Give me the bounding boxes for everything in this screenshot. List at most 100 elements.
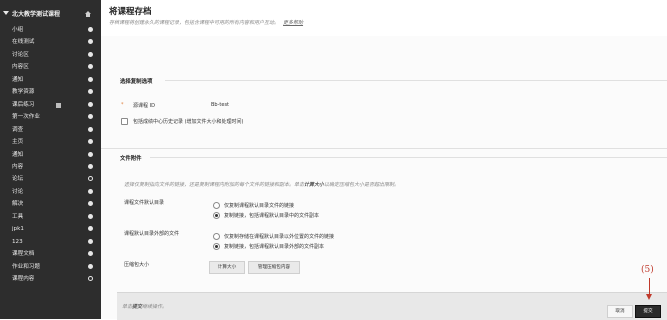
section-divider <box>165 80 667 81</box>
sidebar-item[interactable]: 作业和习题 <box>0 261 101 273</box>
course-menu-sidebar: 北大教学测试课程 小组 在线测试 讨论区 内容区 通知 教学资源 课后练习 第一次作业 调查 主页… <box>0 0 101 319</box>
sidebar-item[interactable]: 内容 <box>0 161 101 173</box>
sidebar-item-label: 第一次作业 <box>12 114 40 121</box>
calculate-size-button[interactable]: 计算大小 <box>209 261 245 274</box>
sidebar-item[interactable]: 通知 <box>0 149 101 161</box>
course-title: 北大教学测试课程 <box>12 11 61 18</box>
outside-opt1-label: 仅复制存储在课程默认目录以外位置的文件的链接 <box>224 234 335 240</box>
availability-dot-icon[interactable] <box>88 39 93 45</box>
more-help-link[interactable]: 更多帮助 <box>283 20 303 26</box>
availability-dot-icon[interactable] <box>88 114 93 120</box>
sidebar-item[interactable]: 通知 <box>0 74 101 86</box>
sidebar-item-label: 课程内容 <box>12 276 35 282</box>
sidebar-item-label: 教学资源 <box>12 89 35 96</box>
sidebar-item[interactable]: 课后练习 <box>0 99 101 111</box>
sidebar-item-label: 工具 <box>12 213 24 220</box>
cancel-button[interactable]: 取消 <box>607 305 633 318</box>
availability-dot-icon[interactable] <box>88 27 93 32</box>
section-divider <box>150 157 667 158</box>
outside-files-label: 课程默认目录外部的文件 <box>124 231 180 237</box>
gradecenter-history-checkbox[interactable] <box>121 118 128 125</box>
course-menu-header[interactable]: 北大教学测试课程 <box>0 9 101 21</box>
sidebar-item[interactable]: 内容区 <box>0 61 101 73</box>
availability-dot-icon[interactable] <box>88 101 93 107</box>
submit-hint: 单击提交继续操作。 <box>122 304 168 310</box>
availability-dot-icon[interactable] <box>88 89 93 95</box>
attachment-instructions: 选择仅复制指向文件的链接，还是复制课程内附加的每个文件的链接和副本。单击计算大小… <box>124 182 400 188</box>
step-annotation-label: (5) <box>641 265 654 275</box>
collapse-caret-icon[interactable] <box>3 11 9 15</box>
availability-dot-icon[interactable] <box>88 151 93 157</box>
package-size-label: 压缩包大小 <box>124 262 150 268</box>
sidebar-item[interactable]: 调查 <box>0 124 101 136</box>
availability-dot-icon[interactable] <box>88 226 93 232</box>
sidebar-item-label: 论坛 <box>12 176 24 183</box>
availability-dot-icon[interactable] <box>88 213 93 219</box>
sidebar-item[interactable]: 课程内容 <box>0 273 101 285</box>
availability-dot-icon[interactable] <box>88 51 93 57</box>
sidebar-item-label: 内容 <box>12 163 24 170</box>
sidebar-item[interactable]: 工具 <box>0 211 101 223</box>
availability-dot-icon[interactable] <box>88 176 93 182</box>
section-title-copy-options: 选择复制选项 <box>120 79 153 85</box>
course-id-label: 源课程 ID <box>133 103 155 109</box>
sidebar-item[interactable]: 讨论区 <box>0 49 101 61</box>
sidebar-item[interactable]: 论坛 <box>0 173 101 185</box>
outside-opt2-label: 复制链接，包括课程默认目录外部的文件副本 <box>224 244 325 250</box>
sidebar-item[interactable]: 主页 <box>0 136 101 148</box>
outside-copy-radio[interactable] <box>213 243 220 250</box>
default-dir-opt2-label: 复制链接，包括课程默认目录中的文件副本 <box>224 213 320 219</box>
sidebar-item[interactable]: jpk1 <box>0 223 101 235</box>
sidebar-item[interactable]: 解决 <box>0 198 101 210</box>
content-panel <box>101 36 667 319</box>
availability-dot-icon[interactable] <box>88 201 93 207</box>
sidebar-item[interactable]: 课程文档 <box>0 248 101 260</box>
sidebar-item-label: 课程文档 <box>12 251 35 258</box>
availability-dot-icon[interactable] <box>88 139 93 145</box>
annotation-arrow-shaft <box>649 278 650 295</box>
default-dir-opt1-label: 仅复制课程默认目录文件的链接 <box>224 203 295 209</box>
sidebar-item-label: 解决 <box>12 201 24 208</box>
required-marker: * <box>121 102 124 108</box>
availability-dot-icon[interactable] <box>88 263 93 269</box>
availability-dot-icon[interactable] <box>88 251 93 257</box>
sidebar-item-label: 通知 <box>12 76 24 83</box>
submit-button[interactable]: 提交 <box>635 305 661 318</box>
availability-dot-icon[interactable] <box>88 188 93 194</box>
course-id-value: Bb-test <box>211 102 230 108</box>
section-separator <box>101 148 667 149</box>
sidebar-item-label: 讨论 <box>12 188 24 195</box>
sidebar-item-label: 123 <box>12 238 23 245</box>
manage-package-button[interactable]: 管理压缩包内容 <box>248 261 300 274</box>
availability-dot-icon[interactable] <box>88 64 93 70</box>
page-description: 存档课程将创建永久的课程记录，包括含课程中可用的所有内容和用户互动。 更多帮助 <box>109 19 303 26</box>
availability-dot-icon[interactable] <box>88 76 93 82</box>
sidebar-item-label: 课后练习 <box>12 101 35 108</box>
default-dir-label: 课程文件默认目录 <box>124 200 165 206</box>
sidebar-item-label: 作业和习题 <box>12 263 40 270</box>
sidebar-item-label: 通知 <box>12 151 24 158</box>
description-text: 存档课程将创建永久的课程记录，包括含课程中可用的所有内容和用户互动。 <box>109 20 280 26</box>
sidebar-item[interactable]: 123 <box>0 236 101 248</box>
default-dir-link-only-radio[interactable] <box>213 202 220 209</box>
sidebar-item-label: jpk1 <box>12 226 24 233</box>
availability-dot-icon[interactable] <box>88 238 93 244</box>
section-title-file-attachments: 文件附件 <box>120 156 142 162</box>
sidebar-item-label: 主页 <box>12 139 24 146</box>
availability-dot-icon[interactable] <box>88 163 93 169</box>
sidebar-item-label: 内容区 <box>12 64 29 71</box>
sidebar-item[interactable]: 讨论 <box>0 186 101 198</box>
outside-link-only-radio[interactable] <box>213 233 220 240</box>
sidebar-item-label: 在线测试 <box>12 39 35 46</box>
sidebar-item[interactable]: 在线测试 <box>0 36 101 48</box>
availability-dot-icon[interactable] <box>88 126 93 132</box>
gradecenter-history-label: 包括成绩中心历史记录 (增加文件大小和处理时间) <box>133 119 244 125</box>
availability-dot-icon[interactable] <box>88 276 93 281</box>
home-icon[interactable] <box>85 11 91 17</box>
sidebar-item-label: 讨论区 <box>12 51 29 58</box>
sidebar-item-label: 调查 <box>12 126 24 133</box>
sidebar-item[interactable]: 第一次作业 <box>0 111 101 123</box>
sidebar-item[interactable]: 小组 <box>0 24 101 36</box>
sidebar-item[interactable]: 教学资源 <box>0 86 101 98</box>
default-dir-copy-radio[interactable] <box>213 212 220 219</box>
